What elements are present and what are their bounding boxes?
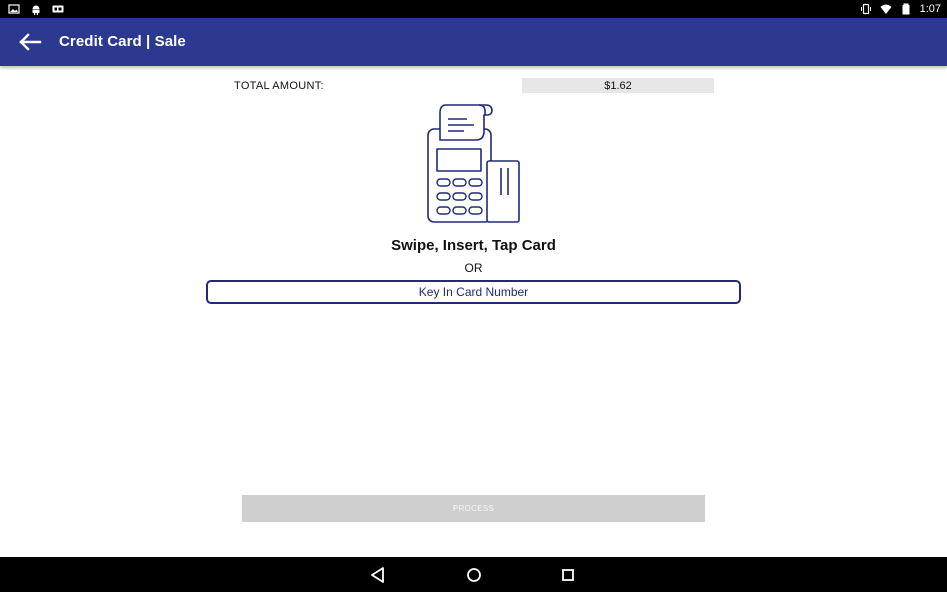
home-circle-icon[interactable] [464, 565, 484, 585]
status-time: 1:07 [919, 3, 941, 15]
status-bar-notifications [8, 3, 64, 15]
card-entry-prompt: Swipe, Insert, Tap Card [391, 237, 556, 254]
process-button[interactable]: PROCESS [242, 495, 705, 522]
arrow-back-icon[interactable] [14, 28, 44, 56]
total-amount-label: TOTAL AMOUNT: [234, 80, 324, 92]
gif-icon [52, 5, 64, 13]
card-terminal-icon [427, 104, 520, 223]
status-bar-system: 1:07 [860, 2, 941, 16]
status-bar: 1:07 [0, 0, 947, 18]
screen: 1:07 Credit Card | Sale TOTAL AMOUNT: $1… [0, 0, 947, 592]
system-nav-bar [0, 557, 947, 592]
battery-icon [902, 3, 910, 15]
page-title: Credit Card | Sale [59, 33, 186, 50]
android-icon [32, 5, 40, 15]
app-bar: Credit Card | Sale [0, 18, 947, 66]
wifi-icon [880, 4, 892, 14]
total-amount-value: $1.62 [522, 78, 714, 93]
recents-square-icon[interactable] [558, 565, 578, 585]
image-icon [8, 4, 20, 14]
back-triangle-icon[interactable] [368, 565, 388, 585]
vibrate-icon [860, 3, 871, 15]
or-separator: OR [464, 261, 483, 275]
key-in-card-button[interactable]: Key In Card Number [206, 280, 741, 304]
